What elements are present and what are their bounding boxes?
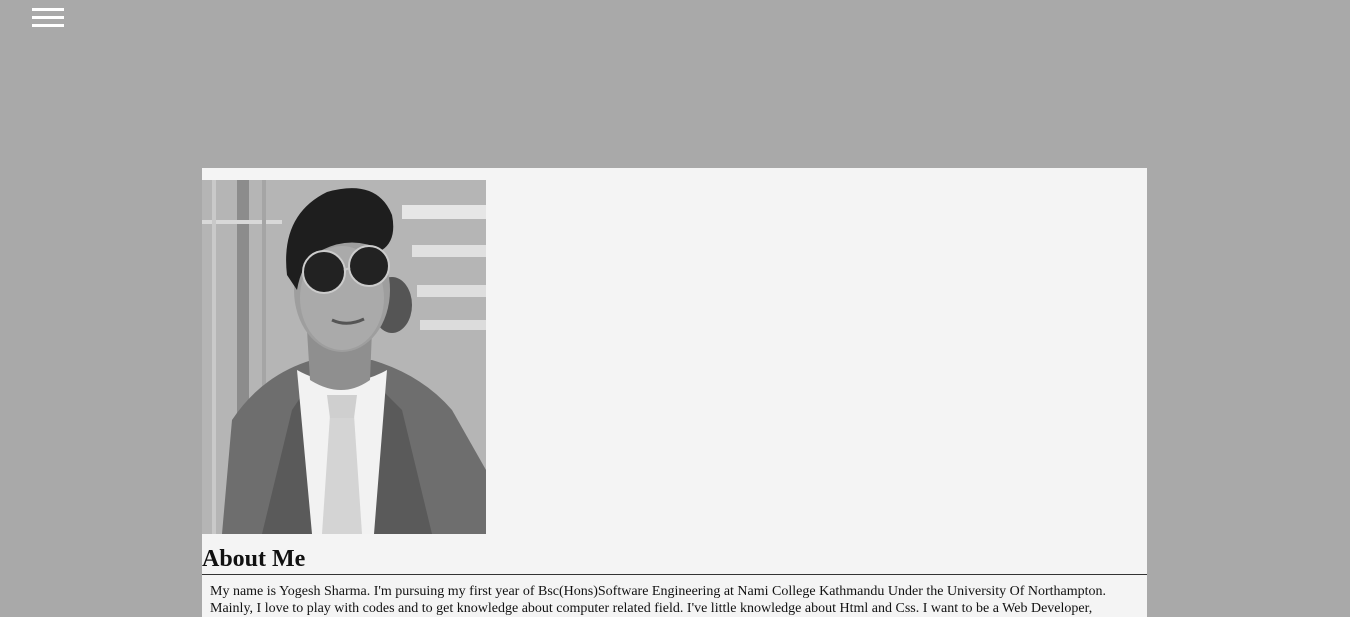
menu-bar-middle	[32, 16, 64, 19]
menu-bar-top	[32, 8, 64, 11]
profile-photo	[202, 180, 486, 534]
hamburger-menu-icon[interactable]	[32, 8, 64, 28]
heading-divider	[202, 574, 1147, 575]
about-panel: About Me My name is Yogesh Sharma. I'm p…	[202, 168, 1147, 617]
about-heading: About Me	[202, 546, 306, 572]
menu-bar-bottom	[32, 24, 64, 27]
about-paragraph: My name is Yogesh Sharma. I'm pursuing m…	[210, 584, 1107, 616]
